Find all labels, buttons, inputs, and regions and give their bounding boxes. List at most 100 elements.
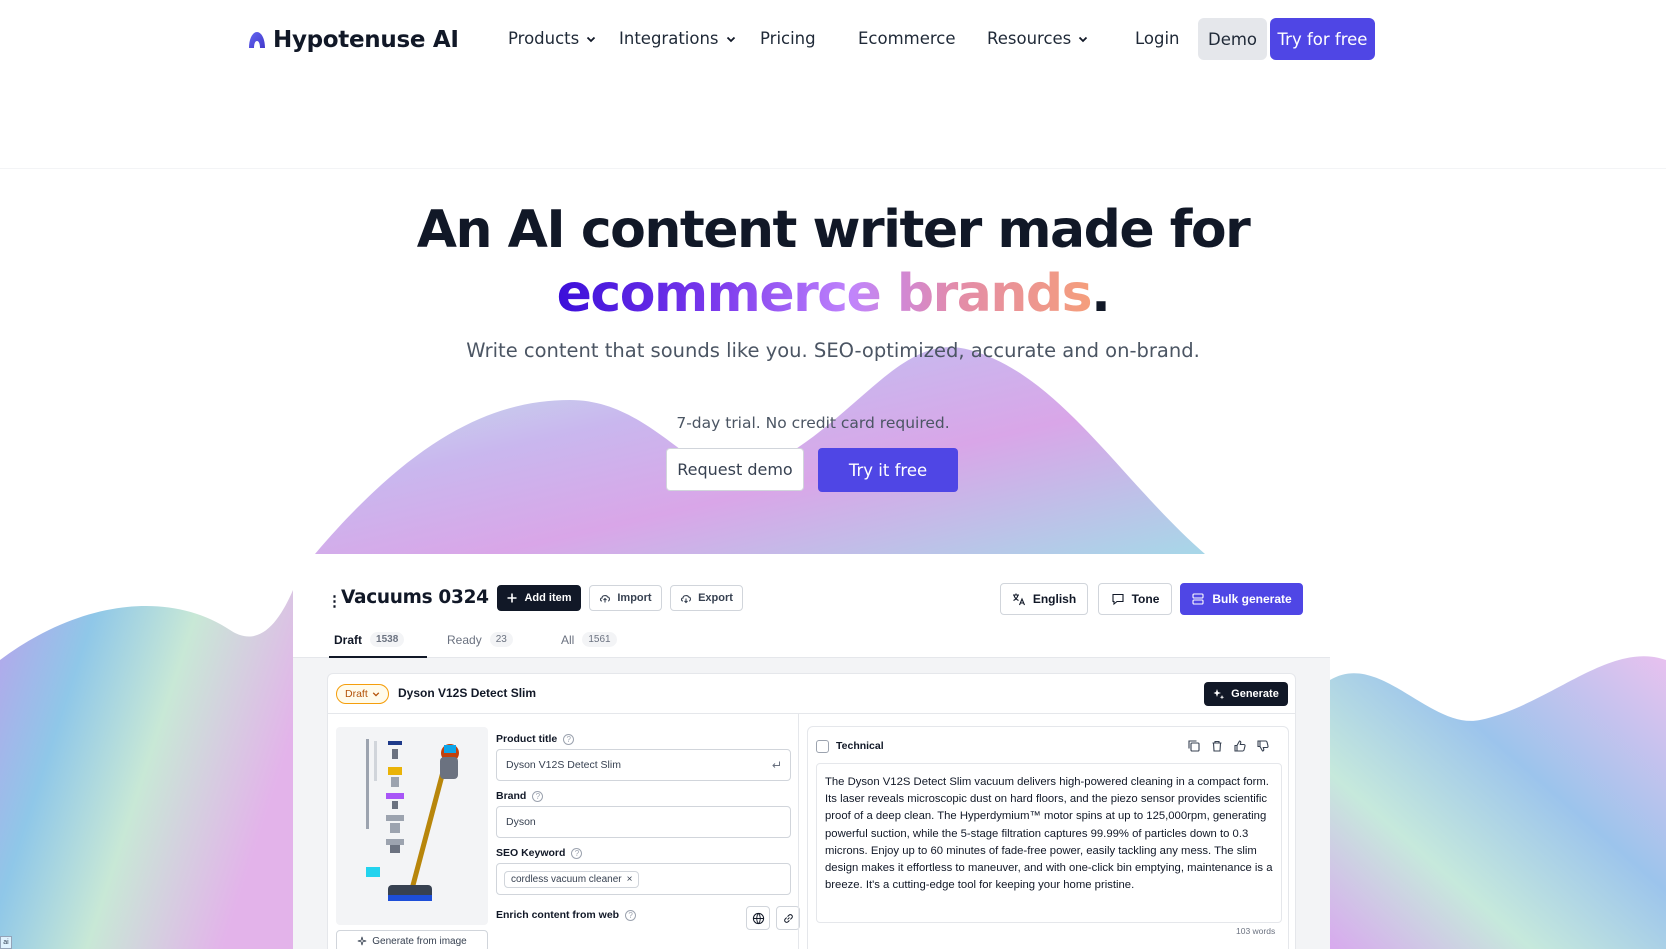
hero-title: An AI content writer made for ecommerce …	[0, 198, 1666, 326]
generate-button[interactable]: Generate	[1204, 682, 1288, 706]
request-demo-button[interactable]: Request demo	[666, 448, 804, 491]
add-item-button[interactable]: Add item	[497, 585, 581, 611]
copy-icon[interactable]	[1187, 739, 1201, 753]
try-for-free-button[interactable]: Try for free	[1270, 18, 1375, 60]
nav-pricing-label: Pricing	[760, 29, 816, 48]
tab-ready-count: 23	[489, 632, 513, 647]
product-card-header: Draft Dyson V12S Detect Slim Generate	[328, 674, 1295, 714]
brand-logo[interactable]: Hypotenuse AI	[247, 27, 459, 53]
import-button[interactable]: Import	[589, 585, 662, 611]
generate-label: Generate	[1231, 688, 1279, 700]
import-label: Import	[617, 592, 652, 604]
tab-ready[interactable]: Ready 23	[447, 632, 513, 647]
cloud-upload-icon	[600, 595, 611, 603]
translate-icon	[1012, 593, 1025, 606]
nav-resources[interactable]: Resources	[987, 29, 1088, 48]
enter-icon	[772, 761, 780, 768]
top-nav: Hypotenuse AI Products Integrations Pric…	[0, 0, 1666, 80]
tone-label: Tone	[1131, 592, 1160, 606]
thumbs-up-icon[interactable]	[1233, 739, 1247, 753]
trial-note: 7-day trial. No credit card required.	[676, 414, 950, 432]
help-icon[interactable]: ?	[532, 790, 544, 802]
chevron-down-icon	[726, 36, 735, 42]
language-label: English	[1032, 592, 1077, 606]
login-label: Login	[1135, 29, 1180, 48]
chevron-down-icon	[587, 36, 596, 42]
nav-ecommerce-label: Ecommerce	[858, 29, 956, 48]
panel-actions	[1187, 739, 1270, 753]
demo-button[interactable]: Demo	[1198, 18, 1267, 60]
app-body: Draft Dyson V12S Detect Slim Generate Ge…	[293, 658, 1330, 949]
tab-ready-label: Ready	[447, 632, 482, 647]
trash-icon[interactable]	[1210, 739, 1224, 753]
product-card: Draft Dyson V12S Detect Slim Generate Ge…	[327, 673, 1296, 949]
logo-icon	[249, 32, 265, 48]
sparkles-icon	[1213, 689, 1225, 700]
product-title-label-text: Product title	[496, 733, 558, 745]
status-dropdown[interactable]: Draft	[336, 684, 389, 704]
try-it-free-button[interactable]: Try it free	[818, 448, 958, 492]
export-button[interactable]: Export	[670, 585, 743, 611]
brand-label-text: Brand	[496, 790, 527, 802]
nav-resources-label: Resources	[987, 29, 1072, 48]
app-header: ⋮ Vacuums 0324 Add item Import Export En…	[293, 554, 1330, 658]
help-icon[interactable]: ?	[563, 733, 575, 745]
seo-keyword-label-text: SEO Keyword	[496, 847, 566, 859]
help-icon[interactable]: ?	[625, 909, 637, 921]
plus-icon	[507, 593, 517, 603]
product-image[interactable]	[336, 727, 488, 925]
bulk-generate-button[interactable]: Bulk generate	[1180, 583, 1303, 615]
help-icon[interactable]: ?	[571, 847, 583, 859]
enrich-label: Enrich content from web ?	[496, 909, 637, 921]
nav-pricing[interactable]: Pricing	[760, 29, 816, 48]
sparkle-icon	[357, 936, 367, 946]
hero-title-line1: An AI content writer made for	[416, 200, 1251, 260]
brand-value: Dyson	[506, 816, 536, 828]
technical-panel: Technical The Dyson V12S Detect Slim vac…	[807, 726, 1289, 949]
nav-integrations[interactable]: Integrations	[619, 29, 736, 48]
login-link[interactable]: Login	[1135, 29, 1180, 48]
brand-name: Hypotenuse AI	[273, 27, 459, 53]
hero-title-period: .	[1091, 264, 1111, 324]
add-item-label: Add item	[524, 592, 572, 604]
generated-description[interactable]: The Dyson V12S Detect Slim vacuum delive…	[816, 763, 1282, 923]
nav-ecommerce[interactable]: Ecommerce	[858, 29, 956, 48]
add-link-button[interactable]	[776, 906, 800, 930]
technical-checkbox[interactable]	[816, 740, 829, 753]
tone-button[interactable]: Tone	[1098, 583, 1172, 615]
hero-subtitle: Write content that sounds like you. SEO-…	[466, 339, 1200, 362]
seo-keyword-label: SEO Keyword ?	[496, 847, 583, 859]
product-title-input[interactable]: Dyson V12S Detect Slim	[496, 749, 791, 781]
brand-label: Brand ?	[496, 790, 544, 802]
vacuum-illustration	[366, 739, 459, 901]
more-options-icon[interactable]: ⋮	[327, 592, 342, 610]
tab-draft-label: Draft	[334, 632, 363, 647]
tab-all-count: 1561	[582, 632, 617, 647]
brand-input[interactable]: Dyson	[496, 806, 791, 838]
status-label: Draft	[345, 688, 368, 700]
chevron-down-icon	[372, 692, 380, 697]
product-title-label: Product title ?	[496, 733, 575, 745]
tab-draft-count: 1538	[370, 632, 405, 647]
web-search-button[interactable]	[746, 906, 770, 930]
tab-draft[interactable]: Draft 1538	[334, 632, 405, 647]
tab-all[interactable]: All 1561	[561, 632, 617, 647]
remove-chip-icon[interactable]: ×	[627, 874, 633, 885]
seo-keyword-input[interactable]: cordless vacuum cleaner ×	[496, 863, 791, 895]
product-title-value: Dyson V12S Detect Slim	[506, 759, 621, 771]
generate-from-image-button[interactable]: Generate from image	[336, 930, 488, 949]
thumbs-down-icon[interactable]	[1256, 739, 1270, 753]
nav-products[interactable]: Products	[508, 29, 596, 48]
product-name: Dyson V12S Detect Slim	[398, 686, 537, 700]
header-divider	[0, 168, 1666, 169]
column-divider	[798, 714, 799, 949]
link-icon	[783, 913, 793, 923]
app-title: Vacuums 0324	[341, 587, 489, 608]
language-button[interactable]: English	[1000, 583, 1088, 615]
hero-title-line2: ecommerce brands.	[0, 262, 1666, 326]
message-icon	[1112, 593, 1124, 606]
enrich-actions	[746, 906, 800, 930]
layers-icon	[1192, 593, 1204, 605]
tab-all-label: All	[561, 632, 575, 647]
nav-products-label: Products	[508, 29, 580, 48]
